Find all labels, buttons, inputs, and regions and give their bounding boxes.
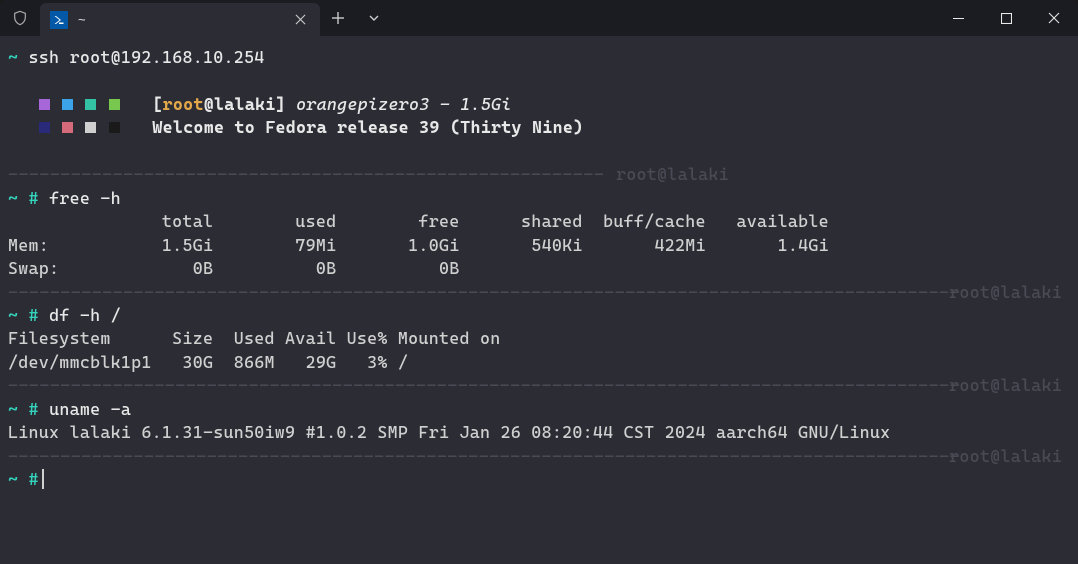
color-block [85, 99, 96, 110]
color-blocks-row1 [39, 93, 122, 116]
free-swap-row: Swap: 0B 0B 0B [8, 257, 1070, 280]
tab-dropdown-button[interactable] [356, 0, 392, 36]
open-bracket: [ [152, 94, 162, 114]
window-controls [934, 0, 1078, 36]
prompt-tilde: ~ [8, 305, 18, 325]
titlebar-drag-area[interactable] [392, 0, 934, 36]
current-prompt-line: ~ # [8, 468, 1070, 491]
free-command: free -h [49, 188, 121, 208]
color-block [39, 99, 50, 110]
prompt-tilde: ~ [8, 399, 18, 419]
titlebar: ~ [0, 0, 1078, 36]
close-bracket: ] [276, 94, 286, 114]
tab-close-button[interactable] [290, 10, 310, 30]
dash-rule: ----------------------------------------… [8, 446, 960, 466]
prompt-hash: # [29, 188, 39, 208]
color-block [109, 99, 120, 110]
prompt-tilde: ~ [8, 47, 18, 67]
color-blocks-row2 [39, 116, 122, 139]
tab-active[interactable]: ~ [40, 3, 320, 36]
free-cmd-line: ~ # free -h [8, 187, 1070, 210]
at-symbol: @ [204, 94, 214, 114]
color-block [85, 122, 96, 133]
ghost-userhost: root@lalaki [949, 374, 1062, 397]
welcome-text: Welcome to Fedora release 39 (Thirty Nin… [152, 117, 583, 137]
color-block [109, 122, 120, 133]
shield-icon [0, 0, 40, 36]
uname-output: Linux lalaki 6.1.31-sun50iw9 #1.0.2 SMP … [8, 421, 1070, 444]
color-block [62, 122, 73, 133]
tab-title: ~ [78, 12, 280, 27]
powershell-icon [50, 11, 68, 29]
divider-line: ----------------------------------------… [8, 445, 1070, 468]
ssh-cmd: ssh [29, 47, 60, 67]
prompt-tilde: ~ [8, 469, 18, 489]
free-header: total used free shared buff/cache availa… [8, 210, 1070, 233]
device-info: orangepizero3 - 1.5Gi [296, 94, 511, 114]
minimize-button[interactable] [934, 0, 982, 36]
dash-rule: ----------------------------------------… [8, 164, 604, 184]
new-tab-button[interactable] [320, 0, 356, 36]
divider-line: ----------------------------------------… [8, 281, 1070, 304]
terminal-body[interactable]: ~ ssh root@192.168.10.254 [root@lalaki] … [0, 36, 1078, 564]
df-row: /dev/mmcblk1p1 30G 866M 29G 3% / [8, 351, 1070, 374]
prompt-hash: # [29, 399, 39, 419]
maximize-button[interactable] [982, 0, 1030, 36]
ghost-userhost: root@lalaki [949, 281, 1062, 304]
ghost-userhost: root@lalaki [616, 163, 729, 186]
dash-rule: ----------------------------------------… [8, 282, 960, 302]
df-cmd-line: ~ # df -h / [8, 304, 1070, 327]
ssh-command-line: ~ ssh root@192.168.10.254 [8, 46, 1070, 69]
dash-rule: ----------------------------------------… [8, 375, 960, 395]
color-block [62, 99, 73, 110]
divider-line: ----------------------------------------… [8, 163, 1070, 186]
df-header: Filesystem Size Used Avail Use% Mounted … [8, 327, 1070, 350]
prompt-hash: # [29, 469, 39, 489]
cursor [42, 469, 44, 489]
hostname: lalaki [214, 94, 276, 114]
df-command: df -h / [49, 305, 121, 325]
motd-row2: Welcome to Fedora release 39 (Thirty Nin… [8, 116, 1070, 139]
divider-line: ----------------------------------------… [8, 374, 1070, 397]
free-mem-row: Mem: 1.5Gi 79Mi 1.0Gi 540Ki 422Mi 1.4Gi [8, 234, 1070, 257]
prompt-tilde: ~ [8, 188, 18, 208]
motd-row1: [root@lalaki] orangepizero3 - 1.5Gi [8, 93, 1070, 116]
user-root: root [163, 94, 204, 114]
close-button[interactable] [1030, 0, 1078, 36]
terminal-window: ~ ~ ssh root@192.168.10.254 [0, 0, 1078, 564]
ssh-target: root@192.168.10.254 [70, 47, 265, 67]
prompt-hash: # [29, 305, 39, 325]
uname-command: uname -a [49, 399, 131, 419]
color-block [39, 122, 50, 133]
ghost-userhost: root@lalaki [949, 445, 1062, 468]
uname-cmd-line: ~ # uname -a [8, 398, 1070, 421]
